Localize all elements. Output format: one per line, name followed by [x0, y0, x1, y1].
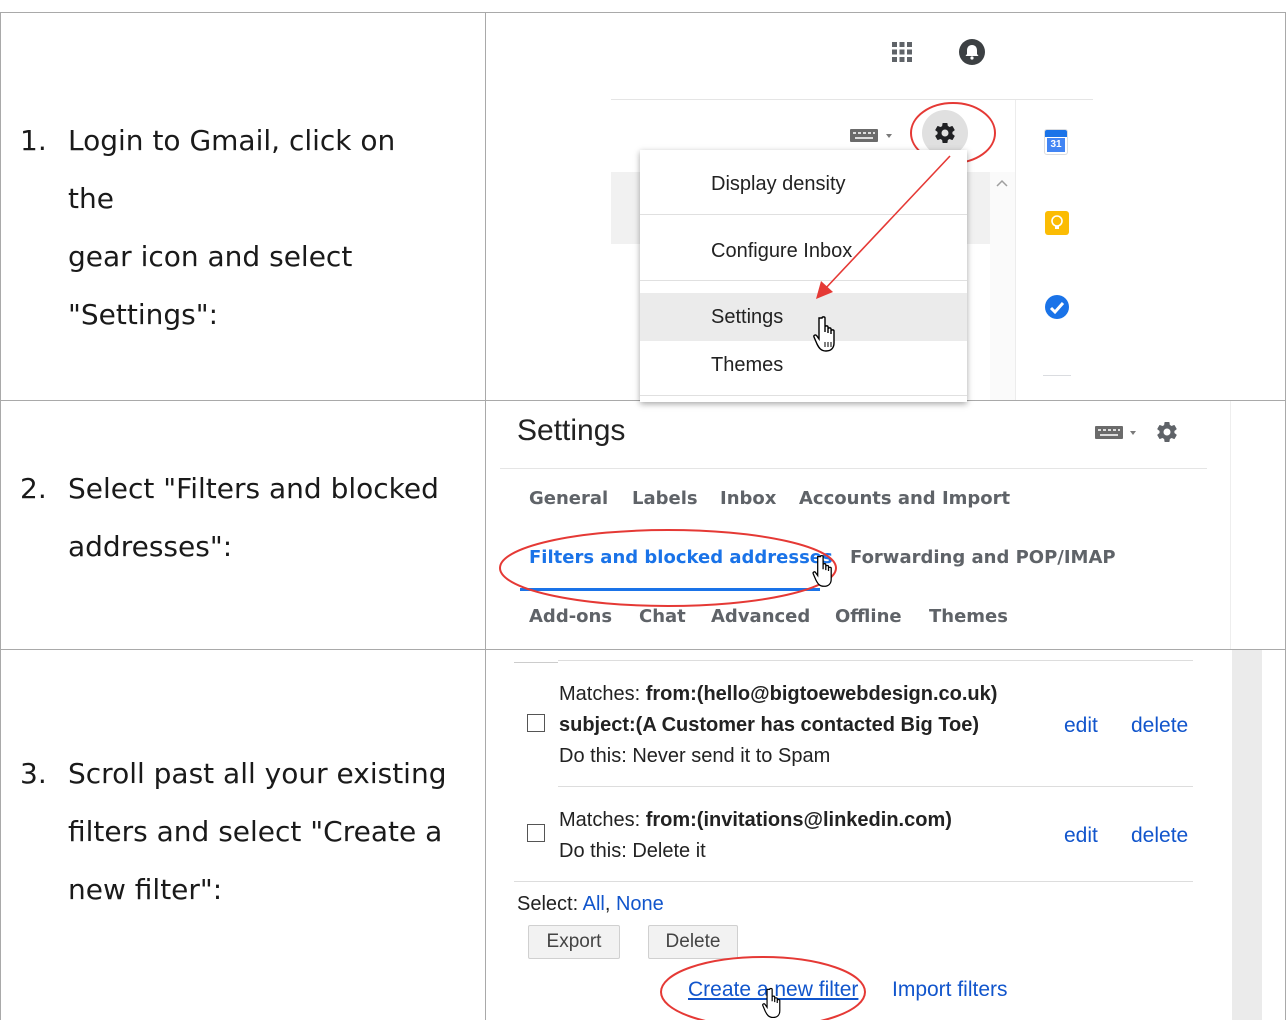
keyboard-icon[interactable] — [850, 128, 898, 144]
edit-link[interactable]: edit — [1064, 714, 1098, 738]
step-line: addresses": — [68, 530, 233, 563]
select-none-link[interactable]: None — [616, 893, 664, 915]
column-divider — [485, 12, 486, 1020]
hand-cursor-icon — [813, 316, 835, 352]
select-controls: Select: All, None — [517, 893, 664, 916]
matches-value: from:(hello@bigtoewebdesign.co.uk) — [645, 683, 998, 705]
step-line: "Settings": — [68, 298, 219, 331]
step-line: gear icon and select — [68, 240, 353, 273]
notification-bell-icon[interactable] — [958, 38, 986, 66]
calendar-icon[interactable]: 31 — [1045, 130, 1067, 154]
filter-action: Do this: Delete it — [559, 840, 706, 862]
step-number: 1. — [20, 124, 47, 157]
tab-labels[interactable]: Labels — [632, 488, 698, 509]
annotation-circle — [499, 529, 837, 607]
tasks-icon[interactable] — [1044, 294, 1070, 320]
table-border-left — [0, 12, 1, 1020]
filter-checkbox[interactable] — [527, 714, 545, 732]
filter-action: Do this: Never send it to Spam — [559, 745, 831, 767]
edit-link[interactable]: edit — [1064, 824, 1098, 848]
calendar-day: 31 — [1047, 138, 1065, 152]
tab-themes[interactable]: Themes — [929, 606, 1008, 627]
tab-accounts-and-import[interactable]: Accounts and Import — [799, 488, 1010, 509]
step-line: Select "Filters and blocked — [68, 472, 439, 505]
delete-link[interactable]: delete — [1131, 714, 1188, 738]
table-border-top — [0, 12, 1286, 13]
filter-matches: Matches: from:(invitations@linkedin.com) — [559, 809, 952, 832]
row-separator — [514, 662, 558, 663]
step-number: 3. — [20, 757, 47, 790]
keep-icon[interactable] — [1045, 211, 1069, 235]
row-divider-2 — [0, 649, 1286, 650]
panel-edge — [1230, 401, 1231, 649]
menu-item-themes[interactable]: Themes — [640, 341, 967, 389]
row-separator — [514, 881, 1193, 882]
tab-inbox[interactable]: Inbox — [720, 488, 776, 509]
annotation-arrow — [816, 155, 951, 299]
filter-matches: Matches: from:(hello@bigtoewebdesign.co.… — [559, 683, 997, 706]
step-number: 2. — [20, 472, 47, 505]
step-line: Scroll past all your existing — [68, 757, 447, 790]
delete-link[interactable]: delete — [1131, 824, 1188, 848]
filter-checkbox[interactable] — [527, 824, 545, 842]
page-title: Settings — [517, 414, 626, 447]
apps-grid-icon[interactable] — [890, 40, 914, 64]
hand-cursor-icon — [812, 554, 832, 587]
header-divider — [611, 99, 1093, 100]
side-panel-separator — [1043, 375, 1071, 376]
title-divider — [500, 468, 1207, 469]
import-filters-link[interactable]: Import filters — [892, 978, 1008, 1002]
row-separator — [558, 660, 1193, 661]
select-separator: , — [604, 893, 616, 915]
export-button[interactable]: Export — [528, 925, 620, 959]
step-line: new filter": — [68, 873, 223, 906]
scrollbar-track — [1232, 650, 1262, 1020]
step-line: Login to Gmail, click on the — [68, 124, 396, 215]
matches-label: Matches: — [559, 683, 646, 705]
filter-subject: subject:(A Customer has contacted Big To… — [559, 714, 980, 736]
menu-item-label: Settings — [711, 306, 784, 328]
scrollbar-track — [990, 172, 1015, 400]
select-label: Select: — [517, 893, 583, 915]
side-panel-divider — [1015, 100, 1016, 400]
tab-forwarding-and-pop-imap[interactable]: Forwarding and POP/IMAP — [850, 547, 1116, 568]
matches-label: Matches: — [559, 809, 646, 831]
matches-value: from:(invitations@linkedin.com) — [645, 809, 952, 831]
gear-icon[interactable] — [1155, 420, 1179, 444]
hand-cursor-icon — [762, 987, 781, 1019]
tab-general[interactable]: General — [529, 488, 608, 509]
step-line: filters and select "Create a — [68, 815, 443, 848]
menu-divider — [640, 395, 967, 396]
menu-item-label: Themes — [711, 354, 784, 376]
select-all-link[interactable]: All — [583, 893, 605, 915]
row-separator — [558, 786, 1193, 787]
tab-offline[interactable]: Offline — [835, 606, 902, 627]
